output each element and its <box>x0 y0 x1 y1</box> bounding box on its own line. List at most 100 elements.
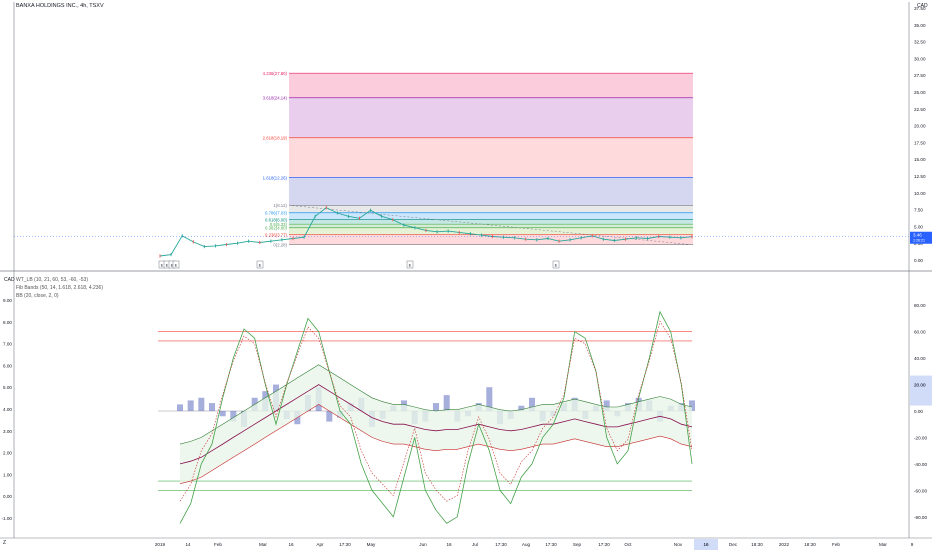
fib-zone <box>289 97 693 138</box>
time-axis-tick: Sep <box>573 542 582 547</box>
fib-zone <box>289 227 693 235</box>
price-axis-tick: 22.50 <box>914 107 926 112</box>
time-axis-tick: Jun <box>419 542 427 547</box>
time-axis-tick: Mar <box>259 542 267 547</box>
price-axis-tick: 10.00 <box>914 191 926 196</box>
fib-level-label: 2.618(18.19) <box>263 136 288 141</box>
last-price-value: 3.46 <box>913 233 922 238</box>
time-axis-tick: Mar <box>879 542 887 547</box>
momentum-histogram-bar <box>177 404 183 411</box>
price-axis-tick: 7.50 <box>914 208 923 213</box>
price-overlay-axis-tick: 0.00 <box>3 494 12 499</box>
fib-level-label: 0.382(4.80) <box>265 226 288 231</box>
time-axis-tick: Aug <box>522 542 531 547</box>
fib-zone <box>289 205 693 213</box>
price-overlay-axis-tick: 6.00 <box>3 363 12 368</box>
oscillator-axis-tick: 60.00 <box>914 330 926 335</box>
fib-bands-indicator-label[interactable]: Fib Bands (50, 14, 1.618, 2.618, 4.236) <box>16 285 103 291</box>
price-overlay-axis-tick: 8.00 <box>3 320 12 325</box>
price-overlay-axis-tick: 1.00 <box>3 472 12 477</box>
currency-label-top: CAD <box>917 3 928 9</box>
momentum-histogram-bar <box>219 411 226 417</box>
time-axis-tick: May <box>367 542 376 547</box>
fib-level-label: 0.786(7.03) <box>265 211 288 216</box>
event-marker-label: E <box>166 263 169 268</box>
symbol-title: BANXA HOLDINGS INC., 4h, TSXV <box>16 3 104 9</box>
fib-zone <box>289 219 693 225</box>
bb-indicator-label[interactable]: BB (20, close, 2, 0) <box>16 293 59 299</box>
fib-level-label: 3.618(24.14) <box>263 96 288 101</box>
price-axis-tick: 27.50 <box>914 73 926 78</box>
fib-zone <box>289 177 693 206</box>
momentum-histogram-bar <box>443 395 450 411</box>
time-axis-tick: 14 <box>185 542 191 547</box>
currency-label-bottom: CAD <box>4 277 15 283</box>
event-marker-label: E <box>175 263 178 268</box>
time-axis-tick: 18:30 <box>804 542 816 547</box>
oscillator-axis-highlight <box>910 375 932 406</box>
fib-level-label: 4.236(27.80) <box>263 71 288 76</box>
price-axis-tick: 20.00 <box>914 124 926 129</box>
fib-zone <box>289 224 693 228</box>
event-marker-label: E <box>259 263 262 268</box>
time-axis-tick: Dec <box>729 542 738 547</box>
oscillator-axis-highlight-label: 20.00 <box>914 383 926 388</box>
oscillator-axis-tick: 40.00 <box>914 356 926 361</box>
price-axis-tick: 25.00 <box>914 90 926 95</box>
momentum-histogram-bar <box>433 403 439 411</box>
time-axis-tick: Oct <box>624 542 632 547</box>
time-axis-tick: 2019 <box>155 542 166 547</box>
momentum-histogram-bar <box>209 403 215 411</box>
time-axis-tick: 9 <box>911 542 914 547</box>
fib-zone <box>289 73 693 98</box>
momentum-histogram-bar <box>187 400 194 411</box>
wt-indicator-label[interactable]: WT_LB (10, 21, 60, 53, -60, -53) <box>16 277 88 283</box>
time-axis-tick: Nov <box>674 542 683 547</box>
time-axis-tick: 18:30 <box>751 542 763 547</box>
price-overlay-axis-tick: 9.00 <box>3 298 12 303</box>
momentum-histogram-bar <box>198 397 205 411</box>
oscillator-axis-tick: 0.00 <box>914 409 923 414</box>
time-axis-tick: 17:30 <box>545 542 557 547</box>
price-overlay-axis-tick: 2.00 <box>3 451 12 456</box>
event-marker-label: E <box>161 263 164 268</box>
time-axis-tick: 17:30 <box>495 542 507 547</box>
price-overlay-axis-tick: 3.00 <box>3 429 12 434</box>
time-axis-tick: Feb <box>214 542 222 547</box>
price-overlay-axis-tick: 5.00 <box>3 385 12 390</box>
time-axis-tick: Jul <box>472 542 478 547</box>
price-axis-tick: 0.00 <box>914 258 923 263</box>
time-axis-tick: 16 <box>446 542 452 547</box>
price-overlay-axis-tick: -1.00 <box>2 516 13 521</box>
oscillator-axis-tick: 80.00 <box>914 303 926 308</box>
price-overlay-axis-tick: 4.00 <box>3 407 12 412</box>
price-axis-tick: 12.50 <box>914 174 926 179</box>
chart-stage: 35.00 32.50 30.00 27.50 25.00 22.50 20.00 17.50… <box>0 0 932 550</box>
price-axis-tick: 15.00 <box>914 157 926 162</box>
fib-zone <box>289 137 693 178</box>
oscillator-axis-tick: -80.00 <box>914 515 927 520</box>
time-axis-tick: 2022 <box>779 542 790 547</box>
time-axis-tick: 17:30 <box>598 542 610 547</box>
oscillator-axis-tick: -40.00 <box>914 462 927 467</box>
time-axis-tick: Apr <box>316 542 324 547</box>
price-axis-tick: 32.50 <box>914 40 926 45</box>
event-marker-label: E <box>409 263 412 268</box>
event-marker-label: E <box>555 263 558 268</box>
price-overlay-axis-tick: 7.00 <box>3 342 12 347</box>
bottom-left-label: Z <box>3 540 7 546</box>
price-axis-tick: 30.00 <box>914 56 926 61</box>
time-axis-tick: 16 <box>288 542 294 547</box>
price-axis-tick: 5.00 <box>914 224 923 229</box>
time-axis-tick: Feb <box>832 542 840 547</box>
price-axis-tick: 35.00 <box>914 23 926 28</box>
fib-level-label: 1.618(12.26) <box>263 175 288 180</box>
price-axis-tick: 17.50 <box>914 140 926 145</box>
oscillator-axis-tick: -60.00 <box>914 488 927 493</box>
chart-canvas[interactable]: 35.00 32.50 30.00 27.50 25.00 22.50 20.00 17.50… <box>0 0 932 550</box>
time-axis-highlight-label: 16 <box>703 542 709 547</box>
fib-level-label: 1(8.12) <box>273 203 287 208</box>
last-price-countdown: 1:26:21 <box>913 239 925 243</box>
oscillator-axis-tick: -20.00 <box>914 435 927 440</box>
time-axis-tick: 17:30 <box>339 542 351 547</box>
